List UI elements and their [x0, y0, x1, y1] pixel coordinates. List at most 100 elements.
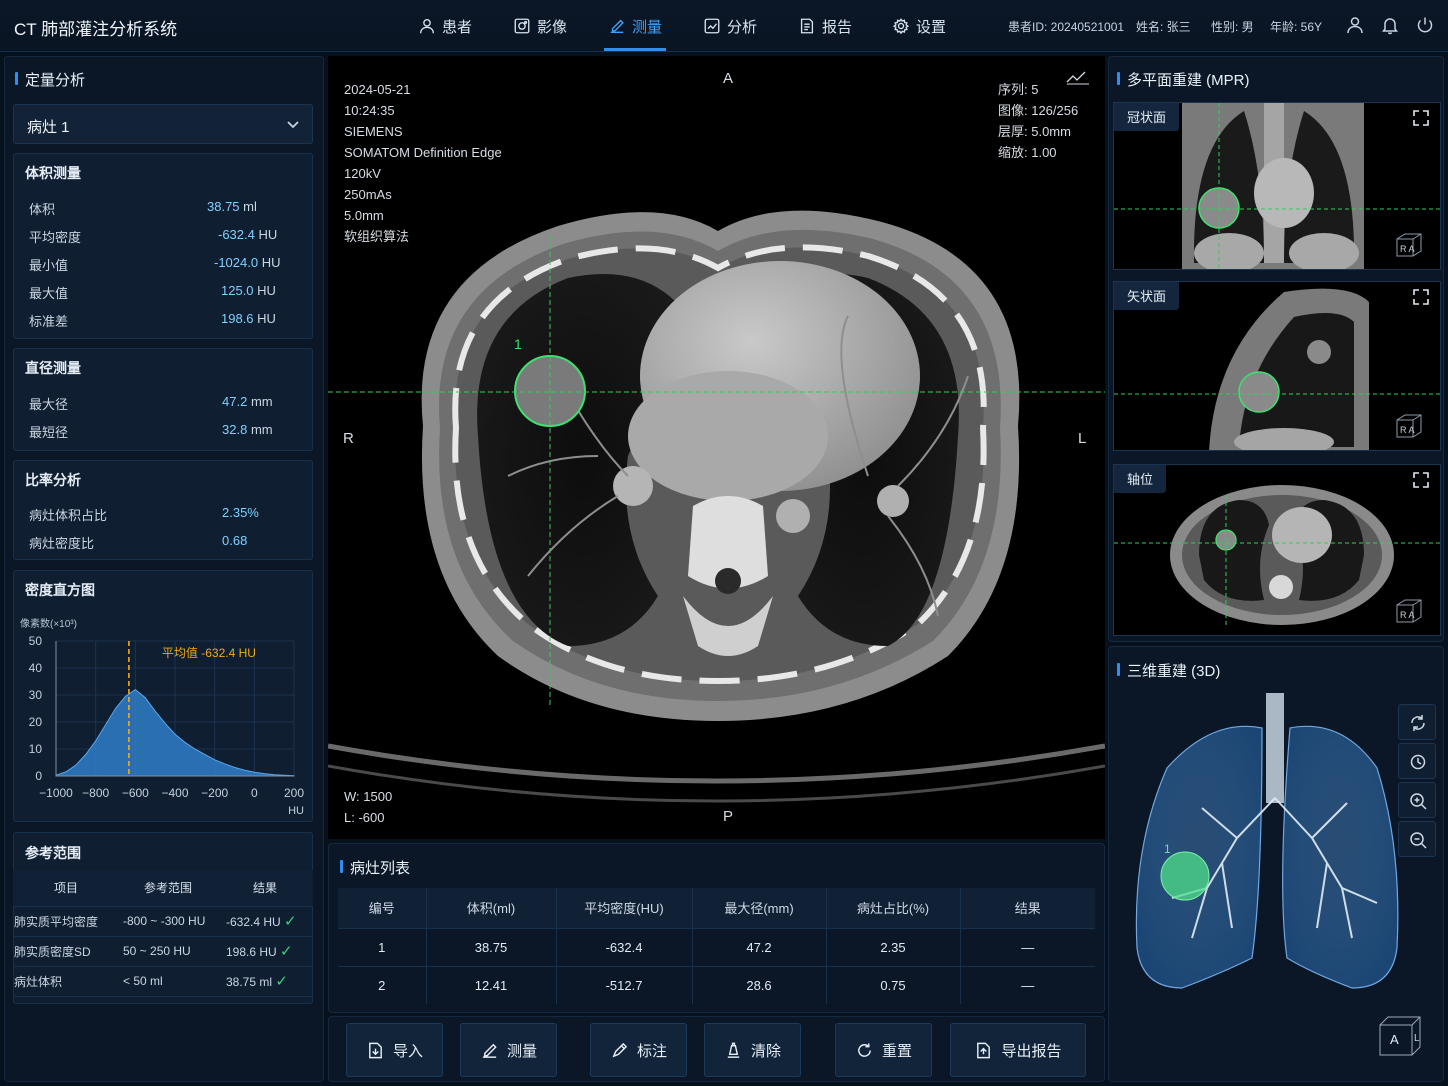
- orient-right: L: [1078, 430, 1087, 447]
- nav-measure[interactable]: 测量: [608, 0, 662, 52]
- orientation-cube-3d-icon[interactable]: AL: [1378, 1015, 1422, 1057]
- zoom-out-3d-button[interactable]: [1398, 821, 1436, 857]
- reset-view-3d-button[interactable]: [1398, 743, 1436, 779]
- histogram-ylabel: 像素数(×10³): [20, 619, 77, 630]
- expand-icon[interactable]: [1412, 471, 1430, 489]
- mpr-coronal-view[interactable]: 冠状面 R A: [1113, 102, 1441, 270]
- table-row: 肺实质平均密度 -800 ~ -300 HU -632.4 HU ✓: [13, 906, 313, 937]
- std-dev-row: 标准差 198.6 HU: [29, 311, 276, 329]
- table-row: 病灶体积 < 50 ml 38.75 ml ✓: [13, 966, 313, 997]
- x-tick-label: −400: [161, 786, 188, 800]
- power-icon[interactable]: [1415, 15, 1435, 35]
- svg-text:R A: R A: [1400, 425, 1415, 435]
- nav-active-indicator: [604, 48, 666, 51]
- ct-axial-viewer[interactable]: 1 2024-05-21 10:24:35 SIEMENS SOMATOM Defin…: [328, 56, 1105, 839]
- nav-patient[interactable]: 患者: [418, 0, 472, 52]
- volume-card: 体积测量 体积 38.75 ml 平均密度 -632.4 HU 最小值 -1024.0…: [13, 153, 313, 339]
- measure-icon: [482, 1043, 497, 1058]
- measure-button[interactable]: 测量: [460, 1023, 557, 1077]
- x-axis-unit: HU: [288, 805, 304, 817]
- min-value-row: 最小值 -1024.0 HU: [29, 255, 281, 273]
- orient-bottom: P: [723, 808, 734, 825]
- lung-3d-render[interactable]: 1: [1112, 688, 1402, 1073]
- export-report-button[interactable]: 导出报告: [950, 1023, 1086, 1077]
- recon-3d-title: 三维重建 (3D): [1116, 660, 1220, 681]
- import-icon: [369, 1042, 382, 1058]
- zoom-out-icon: [1410, 832, 1427, 849]
- y-tick-label: 10: [29, 742, 43, 756]
- table-row: 肺实质密度SD 50 ~ 250 HU 198.6 HU ✓: [13, 936, 313, 967]
- x-tick-label: 0: [251, 786, 258, 800]
- lesion-select[interactable]: 病灶 1: [13, 104, 313, 144]
- chevron-down-icon: [287, 121, 299, 129]
- x-tick-label: −1000: [39, 786, 73, 800]
- recon-lesion-marker: 1: [1164, 842, 1171, 856]
- y-tick-label: 30: [29, 688, 43, 702]
- quant-analysis-title: 定量分析: [14, 69, 85, 90]
- orient-top: A: [723, 70, 734, 87]
- svg-text:L: L: [1414, 1033, 1420, 1044]
- nav-settings[interactable]: 设置: [892, 0, 946, 52]
- orientation-cube-icon: R A: [1394, 412, 1424, 440]
- expand-icon[interactable]: [1412, 288, 1430, 306]
- patient-age: 年龄: 56Y: [1270, 20, 1323, 34]
- image-icon: [514, 18, 530, 34]
- x-tick-label: −800: [82, 786, 109, 800]
- report-icon: [800, 18, 814, 34]
- mpr-sagittal-view[interactable]: 矢状面 R A: [1113, 281, 1441, 451]
- x-tick-label: 200: [284, 786, 304, 800]
- orient-left: R: [343, 430, 354, 447]
- import-button[interactable]: 导入: [346, 1023, 443, 1077]
- svg-text:R A: R A: [1400, 610, 1415, 620]
- table-row[interactable]: 2 12.41 -512.7 28.6 0.75—: [338, 965, 1095, 1004]
- patient-id: 患者ID: 20240521001: [1008, 20, 1125, 34]
- zoom-in-3d-button[interactable]: [1398, 782, 1436, 818]
- mean-marker-label: 平均值 -632.4 HU: [162, 645, 256, 660]
- nav-analysis[interactable]: 分析: [703, 0, 757, 52]
- user-icon: [420, 19, 434, 34]
- reset-button[interactable]: 重置: [835, 1023, 932, 1077]
- mean-density-row: 平均密度 -632.4 HU: [29, 227, 278, 245]
- lesion-table: 编号 体积(ml) 平均密度(HU) 最大径(mm) 病灶占比(%) 结果 13…: [338, 888, 1095, 1004]
- orientation-cube-icon: R A: [1394, 597, 1424, 625]
- y-tick-label: 0: [35, 769, 42, 783]
- reset-view-icon: [1410, 754, 1426, 770]
- density-histogram-chart: 0 10 20 30 40 50 −1000 −800 −600 −400 −200 0 200 HU 平均…: [29, 634, 305, 817]
- lesion-volume-ratio-row: 病灶体积占比 2.35%: [29, 505, 259, 523]
- user-account-icon[interactable]: [1345, 15, 1365, 35]
- measure-tool-icon[interactable]: [1065, 70, 1091, 86]
- diameter-card: 直径测量 最大径 47.2 mm 最短径 32.8 mm: [13, 348, 313, 451]
- svg-text:R A: R A: [1400, 244, 1415, 254]
- expand-icon[interactable]: [1412, 109, 1430, 127]
- x-tick-label: −200: [201, 786, 228, 800]
- lesion-marker-label: 1: [514, 336, 522, 352]
- clear-button[interactable]: 清除: [704, 1023, 801, 1077]
- edit-icon: [610, 19, 624, 33]
- annotate-icon: [612, 1042, 628, 1057]
- volume-row: 体积 38.75 ml: [29, 199, 257, 217]
- coronal-label: 冠状面: [1114, 103, 1180, 131]
- nav-report[interactable]: 报告: [798, 0, 852, 52]
- table-row[interactable]: 1 38.75 -632.4 47.2 2.35—: [338, 927, 1095, 966]
- bell-icon[interactable]: [1380, 15, 1400, 35]
- gear-icon: [892, 18, 910, 35]
- export-icon: [977, 1042, 991, 1058]
- orientation-cube-icon: R A: [1394, 231, 1424, 259]
- app-title: CT 肺部灌注分析系统: [14, 20, 178, 39]
- check-icon: ✓: [280, 943, 293, 960]
- lesion-density-ratio-row: 病灶密度比 0.68: [29, 533, 248, 551]
- y-tick-label: 20: [29, 715, 43, 729]
- check-icon: ✓: [284, 913, 297, 930]
- annotate-button[interactable]: 标注: [590, 1023, 687, 1077]
- nav-images[interactable]: 影像: [513, 0, 567, 52]
- patient-name: 姓名: 张三: [1136, 20, 1191, 34]
- zoom-in-icon: [1410, 793, 1427, 810]
- reset-icon: [858, 1042, 871, 1057]
- mpr-axial-view[interactable]: 轴位 R A: [1113, 464, 1441, 636]
- scan-info-left: 2024-05-21 10:24:35 SIEMENS SOMATOM Definit…: [344, 82, 502, 244]
- axial-label: 轴位: [1114, 465, 1167, 493]
- lesion-list-title: 病灶列表: [339, 857, 410, 878]
- min-diameter-row: 最短径 32.8 mm: [29, 422, 273, 440]
- rotate-3d-button[interactable]: [1398, 704, 1436, 740]
- y-tick-label: 50: [29, 634, 43, 648]
